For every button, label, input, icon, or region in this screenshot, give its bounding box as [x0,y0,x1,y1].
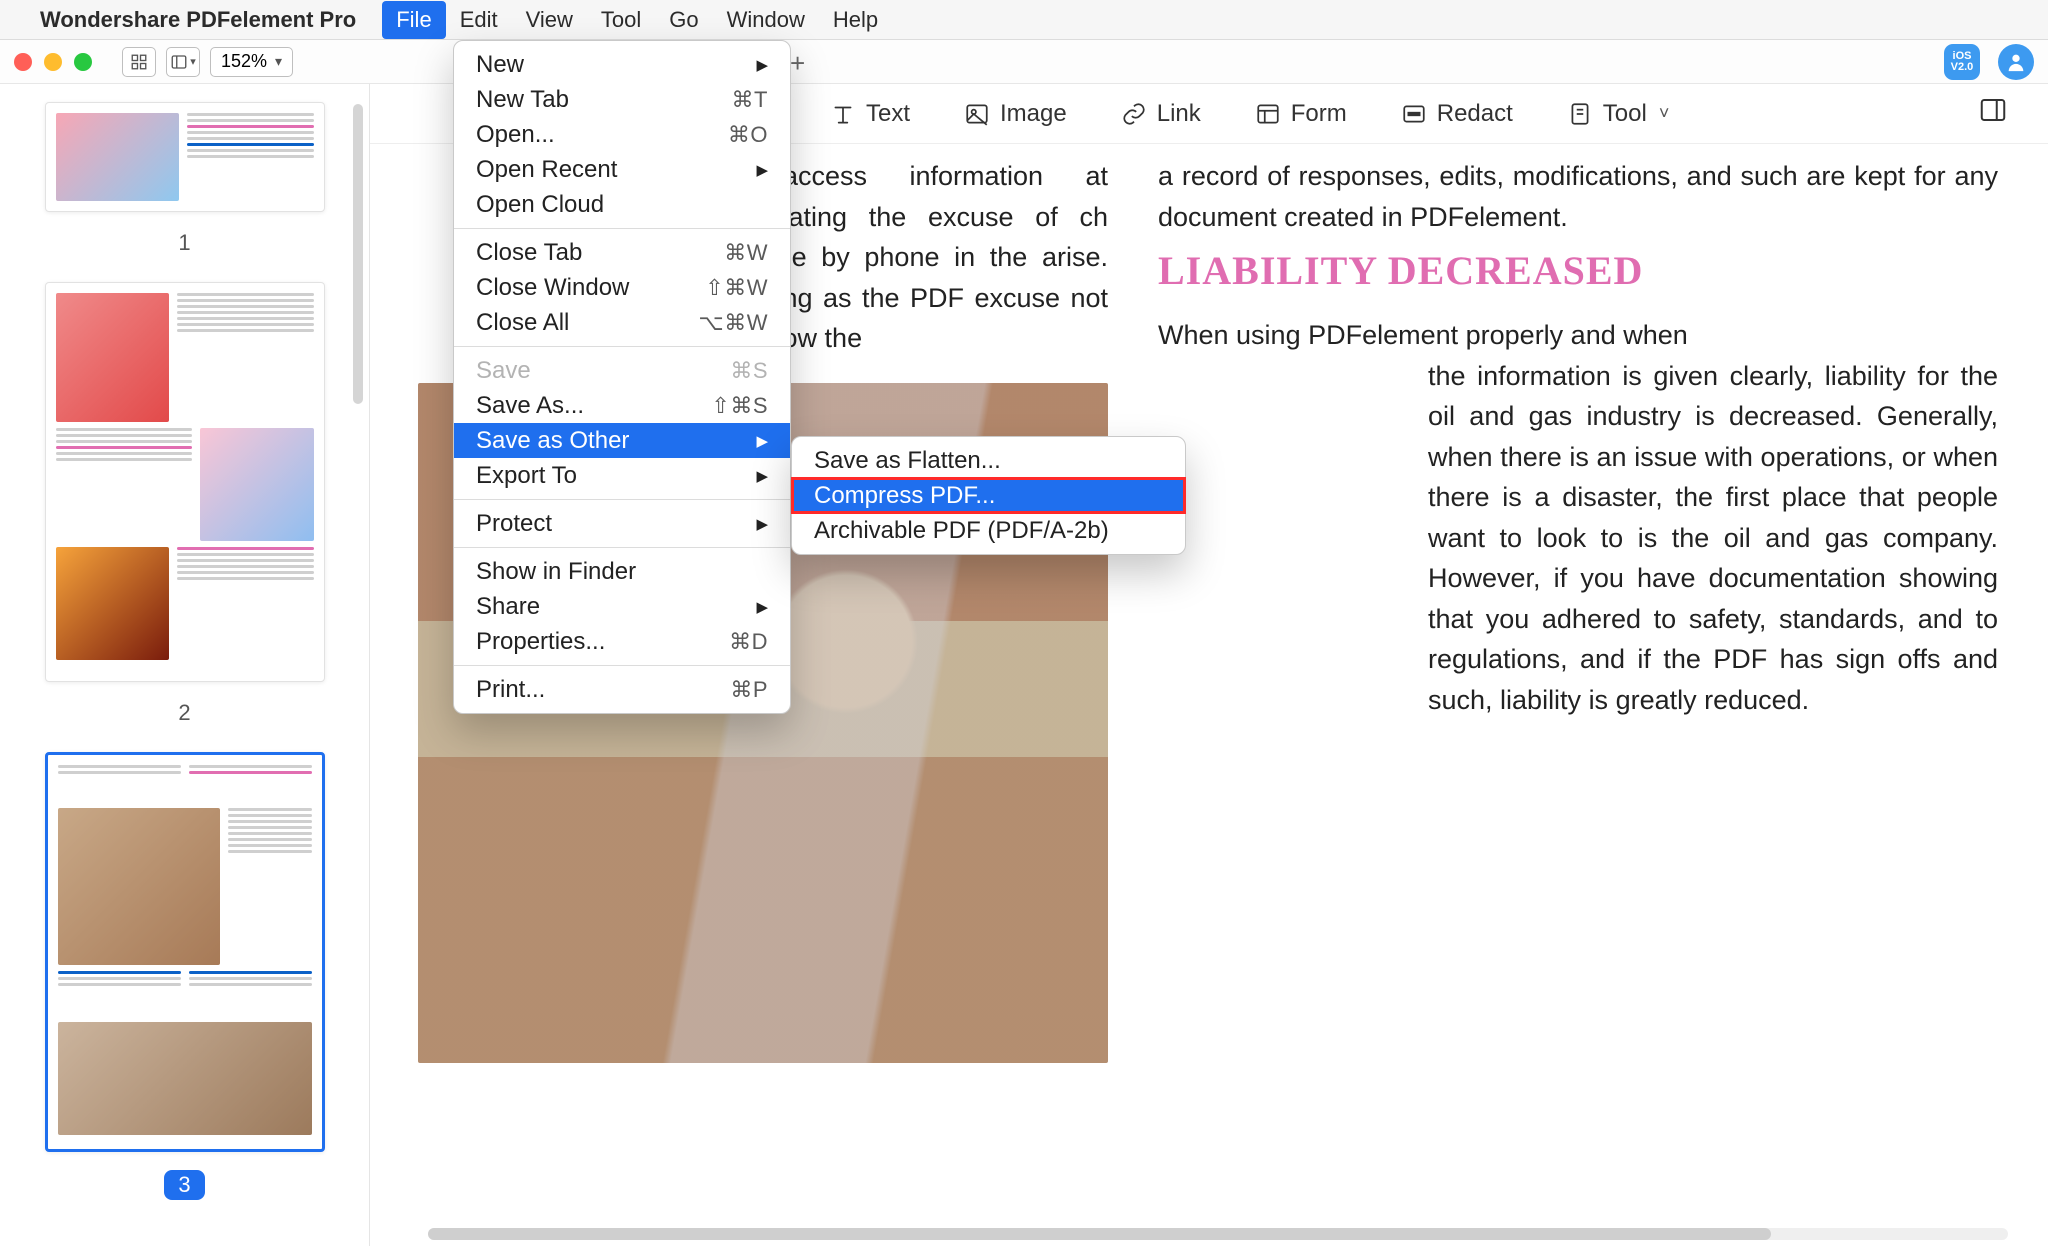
link-tool-button[interactable]: Link [1121,100,1201,128]
file-menu-share[interactable]: Share▶ [454,589,790,624]
file-menu-open-cloud[interactable]: Open Cloud [454,187,790,222]
file-menu-properties[interactable]: Properties...⌘D [454,624,790,659]
window-maximize-button[interactable] [74,53,92,71]
text-tool-button[interactable]: Text [830,100,910,128]
thumbnails-grid-button[interactable] [122,47,156,77]
more-tools-button[interactable]: Tool [1567,100,1670,128]
page-thumbnail-2[interactable] [45,282,325,682]
window-close-button[interactable] [14,53,32,71]
menubar-go[interactable]: Go [655,1,712,39]
page-thumbnail-sidebar: 1 2 3 [0,84,370,1246]
sidebar-scrollbar[interactable] [353,104,363,404]
doc-heading-liability: LIABILITY DECREASED [1158,241,1998,301]
redact-tool-button[interactable]: Redact [1401,100,1513,128]
file-menu-close-all[interactable]: Close All⌥⌘W [454,305,790,340]
menubar-help[interactable]: Help [819,1,892,39]
file-menu-open[interactable]: Open...⌘O [454,117,790,152]
menubar-edit[interactable]: Edit [446,1,512,39]
save-as-other-submenu: Save as Flatten... Compress PDF... Archi… [791,436,1186,555]
file-menu-save-as-other[interactable]: Save as Other▶ [454,423,790,458]
file-menu-close-tab[interactable]: Close Tab⌘W [454,235,790,270]
account-avatar[interactable] [1998,44,2034,80]
app-name[interactable]: Wondershare PDFelement Pro [40,7,356,33]
file-menu-new[interactable]: New▶ [454,47,790,82]
file-menu-save: Save⌘S [454,353,790,388]
page-thumbnail-1[interactable] [45,102,325,212]
submenu-save-as-flatten[interactable]: Save as Flatten... [792,443,1185,478]
doc-text-col-b-body: the information is given clearly, liabil… [1158,356,1998,721]
file-menu-protect[interactable]: Protect▶ [454,506,790,541]
file-menu-show-in-finder[interactable]: Show in Finder [454,554,790,589]
doc-text-col-b-top: a record of responses, edits, modificati… [1158,156,1998,237]
mac-menubar: Wondershare PDFelement Pro File Edit Vie… [0,0,2048,40]
submenu-archivable-pdf[interactable]: Archivable PDF (PDF/A-2b) [792,513,1185,548]
file-menu-open-recent[interactable]: Open Recent▶ [454,152,790,187]
panel-toggle-button[interactable] [1978,95,2008,132]
submenu-compress-pdf[interactable]: Compress PDF... [792,478,1185,513]
image-tool-button[interactable]: Image [964,100,1067,128]
page-number-1: 1 [40,230,329,256]
file-menu-export-to[interactable]: Export To▶ [454,458,790,493]
traffic-lights [14,53,92,71]
file-menu-save-as[interactable]: Save As...⇧⌘S [454,388,790,423]
file-menu-print[interactable]: Print...⌘P [454,672,790,707]
page-number-3: 3 [40,1170,329,1200]
zoom-value: 152% [221,51,267,72]
page-number-2: 2 [40,700,329,726]
file-menu-new-tab[interactable]: New Tab⌘T [454,82,790,117]
file-menu-close-window[interactable]: Close Window⇧⌘W [454,270,790,305]
ios-badge[interactable]: iOS V2.0 [1944,44,1980,80]
menubar-window[interactable]: Window [713,1,819,39]
sidebar-mode-button[interactable]: ▾ [166,47,200,77]
horizontal-scrollbar-thumb[interactable] [428,1228,1771,1240]
zoom-select[interactable]: 152% [210,47,293,77]
menubar-file[interactable]: File [382,1,445,39]
form-tool-button[interactable]: Form [1255,100,1347,128]
page-thumbnail-3[interactable] [45,752,325,1152]
doc-text-col-b-mid: When using PDFelement properly and when [1158,315,1998,356]
window-minimize-button[interactable] [44,53,62,71]
new-tab-button[interactable]: + [790,48,805,79]
horizontal-scrollbar[interactable] [428,1228,2008,1240]
window-chrome: ▾ 152% + iOS V2.0 [0,40,2048,84]
menubar-tool[interactable]: Tool [587,1,655,39]
file-menu: New▶ New Tab⌘T Open...⌘O Open Recent▶ Op… [453,40,791,714]
menubar-view[interactable]: View [512,1,587,39]
